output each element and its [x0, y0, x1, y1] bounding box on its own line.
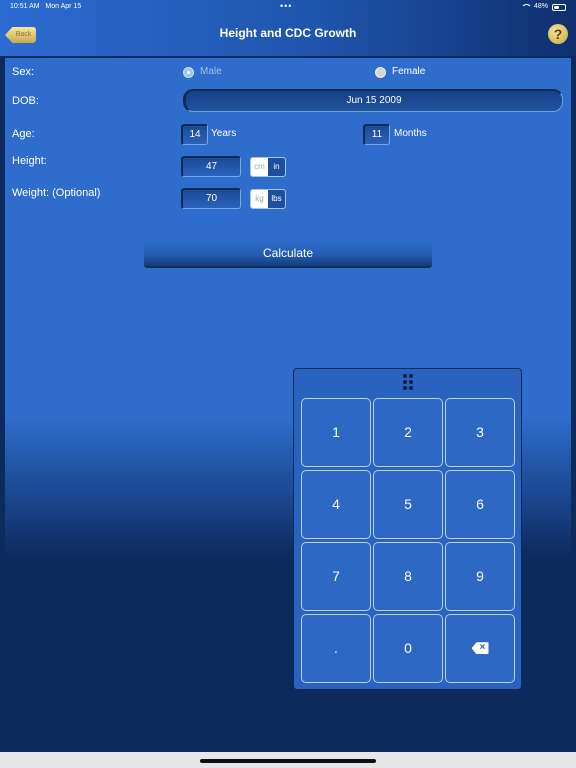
- weight-unit-lbs[interactable]: lbs: [268, 190, 285, 208]
- key-5[interactable]: 5: [373, 470, 443, 539]
- female-radio[interactable]: [375, 67, 386, 78]
- home-indicator[interactable]: [200, 759, 376, 763]
- years-label: Years: [211, 128, 237, 139]
- numeric-keypad: 1 2 3 4 5 6 7 8 9 . 0 ×: [293, 368, 522, 690]
- status-time: 10:51 AM: [10, 3, 40, 10]
- key-4[interactable]: 4: [301, 470, 371, 539]
- grip-dot: [403, 386, 407, 390]
- multitask-dots-icon[interactable]: •••: [280, 0, 292, 13]
- key-1[interactable]: 1: [301, 398, 371, 467]
- female-label[interactable]: Female: [392, 66, 425, 77]
- backspace-key[interactable]: ×: [445, 614, 515, 683]
- weight-field[interactable]: 70: [181, 188, 241, 209]
- male-label[interactable]: Male: [200, 66, 222, 77]
- height-label: Height:: [12, 155, 47, 167]
- status-bar: 10:51 AM Mon Apr 15 ••• 48%: [0, 0, 576, 14]
- status-date: Mon Apr 15: [45, 3, 82, 10]
- dob-label: DOB:: [12, 95, 39, 107]
- backspace-x: ×: [479, 642, 486, 654]
- key-2[interactable]: 2: [373, 398, 443, 467]
- months-label: Months: [394, 128, 427, 139]
- content-panel: Sex: Male Female DOB: Jun 15 2009 Age: 1…: [5, 58, 571, 751]
- navigation-bar: 10:51 AM Mon Apr 15 ••• 48% Back Height …: [0, 0, 576, 56]
- weight-unit-toggle[interactable]: kg lbs: [250, 189, 286, 209]
- grip-dot: [403, 374, 407, 378]
- drag-handle-icon[interactable]: [403, 374, 413, 390]
- height-unit-toggle[interactable]: cm in: [250, 157, 286, 177]
- dob-field[interactable]: Jun 15 2009: [183, 89, 563, 112]
- grip-dot: [409, 380, 413, 384]
- help-button[interactable]: ?: [548, 24, 568, 44]
- battery-percent: 48%: [533, 3, 548, 10]
- height-field[interactable]: 47: [181, 156, 241, 177]
- page-title: Height and CDC Growth: [219, 26, 357, 40]
- key-8[interactable]: 8: [373, 542, 443, 611]
- wifi-icon: [520, 3, 532, 11]
- male-radio[interactable]: [183, 67, 194, 78]
- grip-dot: [409, 386, 413, 390]
- age-months-field[interactable]: 11: [363, 124, 390, 145]
- key-7[interactable]: 7: [301, 542, 371, 611]
- battery-fill: [554, 5, 559, 9]
- key-decimal[interactable]: .: [301, 614, 371, 683]
- grip-dot: [409, 374, 413, 378]
- height-unit-cm[interactable]: cm: [251, 158, 268, 176]
- status-time-date: 10:51 AM Mon Apr 15: [10, 0, 81, 14]
- height-unit-in[interactable]: in: [268, 158, 285, 176]
- key-9[interactable]: 9: [445, 542, 515, 611]
- battery-icon: [552, 3, 566, 11]
- backspace-icon: ×: [471, 642, 489, 655]
- key-6[interactable]: 6: [445, 470, 515, 539]
- key-3[interactable]: 3: [445, 398, 515, 467]
- grip-dot: [403, 380, 407, 384]
- age-years-field[interactable]: 14: [181, 124, 208, 145]
- calculate-button[interactable]: Calculate: [144, 241, 432, 268]
- weight-unit-kg[interactable]: kg: [251, 190, 268, 208]
- key-0[interactable]: 0: [373, 614, 443, 683]
- age-label: Age:: [12, 128, 35, 140]
- status-right: 48%: [520, 0, 566, 14]
- sex-label: Sex:: [12, 66, 35, 78]
- weight-label: Weight: (Optional): [12, 187, 101, 199]
